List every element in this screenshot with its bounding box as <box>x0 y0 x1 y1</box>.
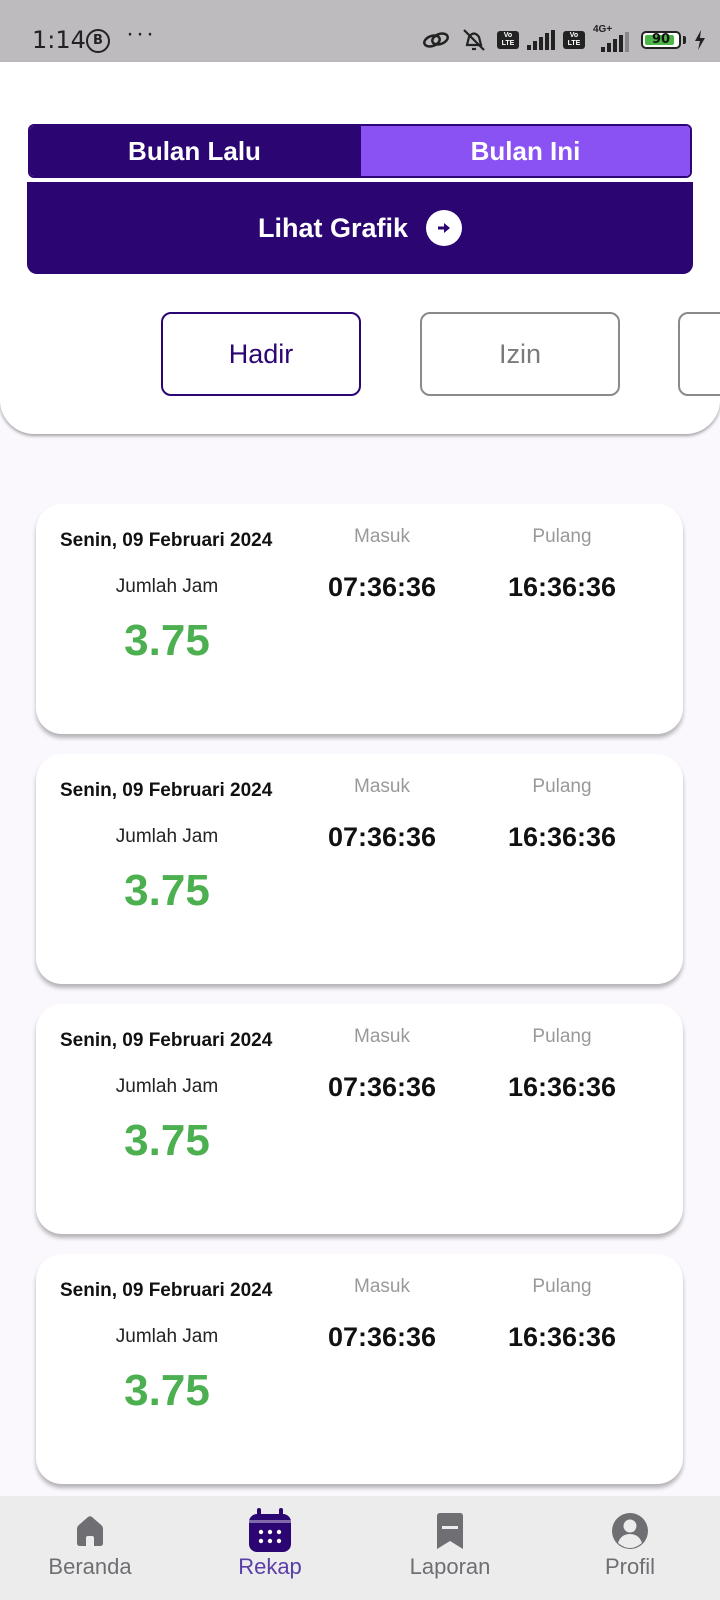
filter-next-partial[interactable] <box>678 312 720 396</box>
filter-izin[interactable]: Izin <box>420 312 620 396</box>
hours-label: Jumlah Jam <box>115 1076 219 1097</box>
status-time: 1:14 <box>32 26 86 54</box>
check-in-time: 07:36:36 <box>327 572 437 602</box>
charging-icon <box>695 30 705 50</box>
record-card[interactable]: Senin, 09 Februari 2024 Jumlah Jam 3.75 … <box>36 754 683 984</box>
battery-cap <box>683 36 686 44</box>
signal-icon <box>527 30 555 50</box>
hours-value: 3.75 <box>124 866 210 915</box>
hours-label: Jumlah Jam <box>115 576 219 597</box>
status-icons: Vo LTE Vo LTE 4G+ 90 <box>421 24 706 54</box>
mute-icon <box>463 29 485 51</box>
check-in-label: Masuk <box>354 526 410 547</box>
arrow-right-icon <box>426 210 463 246</box>
hours-value: 3.75 <box>124 616 210 665</box>
check-out-label: Pulang <box>532 526 592 547</box>
nav-rekap[interactable]: Rekap <box>180 1496 360 1600</box>
tab-previous-month[interactable]: Bulan Lalu <box>30 126 359 176</box>
nav-beranda[interactable]: Beranda <box>0 1496 180 1600</box>
month-toggle: Bulan Lalu Bulan Ini <box>28 124 692 178</box>
check-in-time: 07:36:36 <box>327 822 437 852</box>
nav-profil[interactable]: Profil <box>540 1496 720 1600</box>
nav-label-beranda: Beranda <box>48 1554 132 1579</box>
check-out-time: 16:36:36 <box>507 572 617 602</box>
check-out-time: 16:36:36 <box>507 1072 617 1102</box>
nav-laporan[interactable]: Laporan <box>360 1496 540 1600</box>
check-in-time: 07:36:36 <box>327 1072 437 1102</box>
nav-label-profil: Profil <box>604 1554 656 1579</box>
record-date: Senin, 09 Februari 2024 <box>60 1030 273 1051</box>
link-icon <box>423 32 449 48</box>
record-date: Senin, 09 Februari 2024 <box>60 530 273 551</box>
b-badge-icon: B <box>86 29 110 53</box>
record-card[interactable]: Senin, 09 Februari 2024 Jumlah Jam 3.75 … <box>36 504 683 734</box>
calendar-icon <box>248 1508 292 1552</box>
nav-label-rekap: Rekap <box>238 1554 302 1579</box>
check-out-time: 16:36:36 <box>507 822 617 852</box>
record-date: Senin, 09 Februari 2024 <box>60 780 273 801</box>
bottom-nav: Beranda Rekap Laporan Profil <box>0 1496 720 1600</box>
record-date: Senin, 09 Februari 2024 <box>60 1280 273 1301</box>
check-out-label: Pulang <box>532 1026 592 1047</box>
view-chart-label: Lihat Grafik <box>257 212 409 243</box>
more-notifications-icon: ··· <box>126 20 156 47</box>
record-card[interactable]: Senin, 09 Februari 2024 Jumlah Jam 3.75 … <box>36 1004 683 1234</box>
status-bar: 1:14 B ··· Vo LTE Vo LTE 4G+ 90 <box>0 0 720 62</box>
bookmark-icon <box>434 1512 466 1550</box>
volte-icon-2: Vo LTE <box>563 31 585 49</box>
check-out-time: 16:36:36 <box>507 1322 617 1352</box>
hours-label: Jumlah Jam <box>115 1326 219 1347</box>
home-icon <box>73 1512 107 1550</box>
check-in-label: Masuk <box>354 776 410 797</box>
tab-current-month[interactable]: Bulan Ini <box>359 126 690 176</box>
filter-hadir[interactable]: Hadir <box>161 312 361 396</box>
hours-value: 3.75 <box>124 1116 210 1165</box>
battery-level: 90 <box>651 32 671 47</box>
check-in-time: 07:36:36 <box>327 1322 437 1352</box>
header-panel: Bulan Lalu Bulan Ini Lihat Grafik Hadir … <box>0 62 720 434</box>
nav-label-laporan: Laporan <box>409 1554 491 1579</box>
record-card[interactable]: Senin, 09 Februari 2024 Jumlah Jam 3.75 … <box>36 1254 683 1484</box>
signal-4g-icon: 4G+ <box>593 24 633 52</box>
hours-value: 3.75 <box>124 1366 210 1415</box>
check-out-label: Pulang <box>532 1276 592 1297</box>
profile-icon <box>611 1512 649 1550</box>
hours-label: Jumlah Jam <box>115 826 219 847</box>
check-in-label: Masuk <box>354 1026 410 1047</box>
view-chart-button[interactable]: Lihat Grafik <box>27 182 693 274</box>
check-out-label: Pulang <box>532 776 592 797</box>
volte-icon: Vo LTE <box>497 31 519 49</box>
check-in-label: Masuk <box>354 1276 410 1297</box>
battery-icon: 90 <box>641 31 681 49</box>
